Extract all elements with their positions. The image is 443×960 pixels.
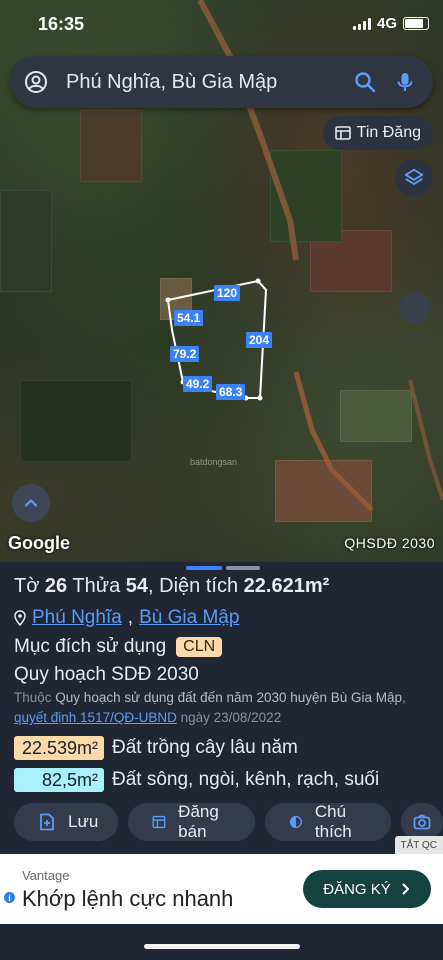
title-prefix: Tờ	[14, 575, 40, 597]
ad-headline: Khớp lệnh cực nhanh	[22, 886, 234, 911]
legend-button[interactable]: Chú thích	[265, 802, 391, 841]
close-ad-button[interactable]: TẮT QC	[394, 836, 443, 854]
search-icon[interactable]	[353, 70, 377, 94]
map-watermark: batdongsan	[190, 457, 238, 467]
legend-label: Chú thích	[314, 802, 352, 841]
tin-dang-button[interactable]: Tin Đăng	[322, 116, 433, 150]
chevron-up-icon	[24, 499, 38, 507]
layers-button[interactable]	[395, 159, 433, 197]
google-logo: Google	[8, 533, 70, 553]
edge-length-label: 49.2	[183, 376, 213, 392]
microphone-icon[interactable]	[393, 70, 417, 94]
parcel-title: Tờ 26 Thửa 54, Diện tích 22.621m²	[14, 575, 329, 598]
edge-length-label: 120	[214, 285, 241, 301]
parcel-area: 22.621m²	[243, 575, 330, 597]
commune-link[interactable]: Phú Nghĩa	[32, 607, 122, 629]
action-buttons: Lưu Đăng bán Chú thích	[14, 802, 443, 841]
ad-cta-label: ĐĂNG KÝ	[323, 880, 391, 898]
ad-info-icon[interactable]: i	[4, 892, 15, 903]
area-label: , Diện tích	[148, 575, 239, 597]
district-link[interactable]: Bù Gia Mập	[139, 607, 239, 629]
land-breakdown-row: 22.539m² Đất trồng cây lâu năm	[14, 736, 298, 760]
status-time: 16:35	[38, 14, 85, 34]
search-query[interactable]: Phú Nghĩa, Bù Gia Mập	[66, 71, 353, 94]
land-use-purpose: Mục đích sử dụng CLN	[14, 636, 223, 658]
desc-main: Quy hoạch sử dụng đất đến năm 2030 huyện…	[55, 690, 403, 705]
parcel-number: 54	[125, 575, 149, 597]
home-bar-area	[0, 924, 443, 960]
purpose-code-badge: CLN	[176, 637, 223, 657]
status-bar: 16:35 4G	[0, 0, 443, 46]
post-sale-label: Đăng bán	[178, 802, 219, 841]
save-label: Lưu	[68, 812, 99, 831]
status-icons: 4G	[352, 15, 429, 32]
save-icon	[40, 813, 54, 831]
land-breakdown-row: 82,5m² Đất sông, ngòi, kênh, rạch, suối	[14, 768, 379, 792]
parcel-location: Phú Nghĩa, Bù Gia Mập	[14, 607, 239, 629]
camera-icon	[413, 814, 431, 830]
tin-dang-label: Tin Đăng	[356, 124, 421, 141]
desc-prefix: Thuộc	[14, 690, 52, 705]
listing-icon	[334, 126, 351, 140]
layers-icon	[404, 168, 424, 185]
land-type-label: Đất sông, ngòi, kênh, rạch, suối	[112, 769, 380, 790]
sheet-page-indicator	[186, 566, 260, 570]
ad-advertiser: Vantage	[22, 868, 70, 883]
thua-label: Thửa	[72, 575, 121, 597]
edge-length-label: 79.2	[170, 346, 200, 362]
save-button[interactable]: Lưu	[14, 803, 119, 841]
area-chip: 82,5m²	[14, 768, 104, 792]
satellite-map[interactable]: 120 54.1 204 79.2 49.2 68.3 batdongsan 1…	[0, 0, 443, 562]
decision-link[interactable]: quyết định 1517/QĐ-UBND	[14, 710, 177, 725]
area-chip: 22.539m²	[14, 736, 104, 760]
battery-icon	[403, 17, 429, 30]
home-indicator[interactable]	[144, 944, 300, 949]
land-type-label: Đất trồng cây lâu năm	[112, 737, 298, 758]
map-control-button[interactable]	[399, 292, 431, 324]
network-type: 4G	[376, 15, 397, 32]
ad-banner[interactable]: TẮT QC i Vantage Khớp lệnh cực nhanh ĐĂN…	[0, 836, 443, 924]
decision-date: ngày 23/08/2022	[180, 710, 282, 725]
post-sale-button[interactable]: Đăng bán	[128, 802, 256, 841]
listing-icon	[152, 815, 166, 829]
ad-cta-button[interactable]: ĐĂNG KÝ	[303, 870, 431, 908]
account-icon[interactable]	[24, 70, 48, 94]
parcel-info-sheet: Tờ 26 Thửa 54, Diện tích 22.621m² Phú Ng…	[0, 562, 443, 854]
signal-icon	[352, 17, 371, 30]
expand-up-button[interactable]	[12, 484, 50, 522]
location-pin-icon	[14, 610, 26, 626]
chevron-right-icon	[402, 883, 409, 895]
sheet-number: 26	[44, 575, 68, 597]
edge-length-label: 54.1	[174, 310, 204, 326]
contrast-icon	[289, 815, 303, 829]
search-bar[interactable]: Phú Nghĩa, Bù Gia Mập	[10, 56, 433, 108]
edge-length-label: 68.3	[216, 384, 246, 400]
edge-length-label: 204	[246, 332, 273, 348]
location-separator: ,	[127, 607, 134, 628]
planning-overlay-label: QHSDĐ 2030	[344, 535, 435, 551]
purpose-label: Mục đích sử dụng	[14, 636, 167, 657]
plan-description: Thuộc Quy hoạch sử dụng đất đến năm 2030…	[14, 688, 429, 728]
desc-separator: ,	[402, 690, 406, 705]
plan-title: Quy hoạch SDĐ 2030	[14, 664, 199, 685]
